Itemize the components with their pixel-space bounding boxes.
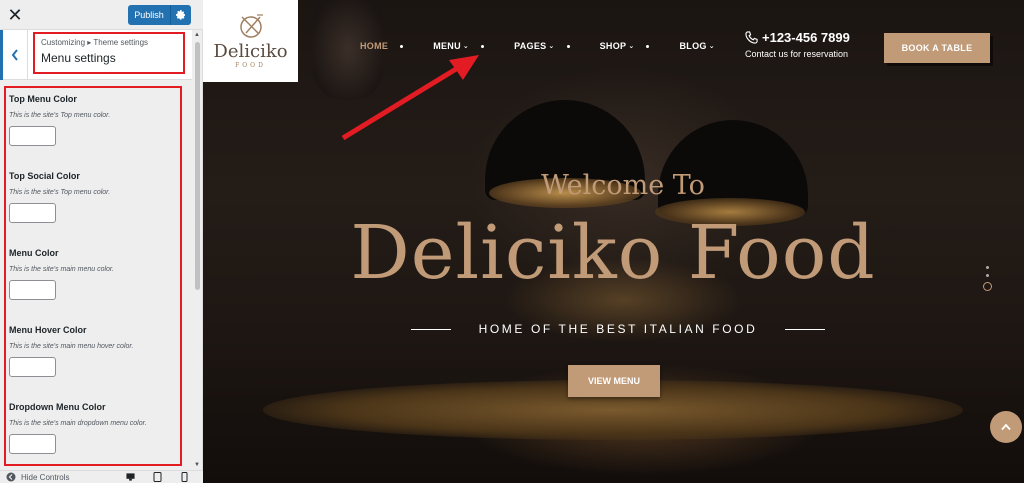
control-top-menu-color: Top Menu Color This is the site's Top me… [9,88,177,165]
close-icon[interactable]: ✕ [0,0,30,30]
arrow-up-icon [1001,423,1011,431]
tablet-icon[interactable] [153,471,162,482]
scroll-to-top-button[interactable] [990,411,1022,443]
slider-dot[interactable] [986,274,989,277]
nav-separator-dot [566,44,570,48]
nav-item-blog[interactable]: BLOG ⌄ [679,41,714,51]
phone-number: +123-456 7899 [762,30,850,45]
slider-pagination [983,266,992,291]
desktop-icon[interactable] [126,472,135,481]
nav-label: HOME [360,41,389,51]
site-logo[interactable]: Deliciko FOOD [203,0,298,82]
nav-label: SHOP [599,41,627,51]
logo-subtitle: FOOD [235,62,266,69]
customizer-panel: ✕ Publish Customizing ▸ Theme settings M… [0,0,203,483]
scrollbar-thumb[interactable] [195,42,200,290]
nav-item-pages[interactable]: PAGES ⌄ [514,41,555,51]
hero-subtitle-row: HOME OF THE BEST ITALIAN FOOD [393,322,843,336]
color-controls-highlight: Top Menu Color This is the site's Top me… [4,86,182,466]
nav-label: PAGES [514,41,547,51]
control-title: Top Social Color [9,171,80,181]
phone-subtext: Contact us for reservation [745,49,849,59]
control-description: This is the site's main dropdown menu co… [9,420,147,427]
control-description: This is the site's main menu hover color… [9,343,134,350]
device-switcher [126,471,189,482]
chevron-down-icon: ⌄ [708,42,715,50]
phone-icon [745,31,758,44]
section-title-highlight: Customizing ▸ Theme settings Menu settin… [33,32,185,74]
chevron-left-icon [11,49,18,61]
slider-dot[interactable] [986,266,989,269]
hero-title: Deliciko Food [350,210,876,296]
main-nav: HOME MENU ⌄ PAGES ⌄ SHOP ⌄ BLOG ⌄ [360,41,715,51]
control-menu-hover-color: Menu Hover Color This is the site's main… [9,319,177,396]
nav-separator-dot [646,44,650,48]
control-description: This is the site's main menu color. [9,266,114,273]
hero-subtitle: HOME OF THE BEST ITALIAN FOOD [478,322,758,336]
breadcrumb: Customizing ▸ Theme settings [41,38,149,47]
color-picker-input[interactable] [9,357,56,377]
logo-name: Deliciko [213,41,288,62]
chevron-down-icon: ⌄ [462,42,470,50]
hide-controls-button[interactable]: Hide Controls [6,472,69,482]
nav-item-menu[interactable]: MENU ⌄ [433,41,469,51]
control-title: Menu Color [9,248,59,258]
scrollbar[interactable]: ▲ ▼ [193,30,203,470]
control-description: This is the site's Top menu color. [9,189,111,196]
divider-line [785,328,826,330]
control-title: Top Menu Color [9,94,77,104]
color-picker-input[interactable] [9,280,56,300]
control-top-social-color: Top Social Color This is the site's Top … [9,165,177,242]
nav-item-home[interactable]: HOME [360,41,388,51]
book-table-button[interactable]: BOOK A TABLE [884,33,990,63]
control-description: This is the site's Top menu color. [9,112,111,119]
gear-icon[interactable] [170,5,190,25]
hero-welcome: Welcome To [541,170,705,201]
hide-controls-label: Hide Controls [21,472,70,482]
back-button[interactable] [0,30,28,80]
divider-line [410,328,451,330]
nav-separator-dot [400,44,404,48]
logo-emblem-icon [239,14,263,38]
customizer-topbar: ✕ Publish [0,0,203,30]
slider-dot-active[interactable] [983,282,992,291]
nav-item-shop[interactable]: SHOP ⌄ [600,41,635,51]
nav-separator-dot [481,44,485,48]
color-picker-input[interactable] [9,434,56,454]
color-picker-input[interactable] [9,126,56,146]
control-title: Dropdown Menu Color [9,402,106,412]
section-header: Customizing ▸ Theme settings Menu settin… [0,30,192,80]
control-menu-color: Menu Color This is the site's main menu … [9,242,177,319]
scroll-up-icon[interactable]: ▲ [194,32,200,38]
mobile-icon[interactable] [180,471,189,482]
customizer-footer: Hide Controls [0,470,203,483]
publish-button[interactable]: Publish [128,5,191,25]
chevron-down-icon: ⌄ [548,42,555,50]
chevron-down-icon: ⌄ [628,42,635,50]
control-dropdown-menu-color: Dropdown Menu Color This is the site's m… [9,396,177,473]
eye-icon [6,472,16,482]
nav-label: MENU [433,41,461,51]
contact-phone[interactable]: +123-456 7899 Contact us for reservation [745,30,850,59]
color-picker-input[interactable] [9,203,56,223]
publish-label: Publish [134,10,164,20]
scroll-down-icon[interactable]: ▼ [194,462,200,468]
site-preview: Deliciko FOOD HOME MENU ⌄ PAGES ⌄ SHOP ⌄ BL… [203,0,1024,483]
view-menu-button[interactable]: VIEW MENU [568,365,660,397]
section-title: Menu settings [41,51,116,65]
control-title: Menu Hover Color [9,325,87,335]
nav-label: BLOG [679,41,707,51]
